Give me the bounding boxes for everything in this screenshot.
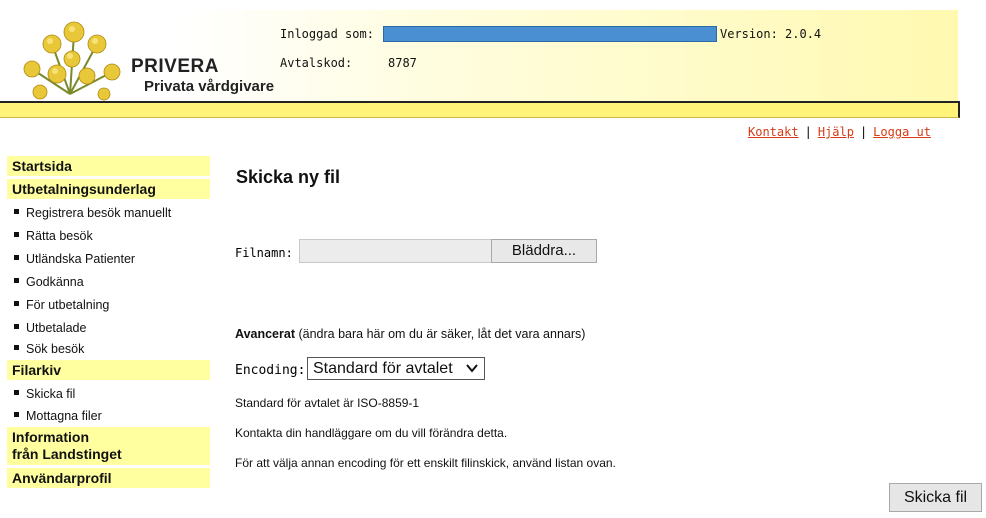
nav-item-for-payment[interactable]: För utbetalning <box>7 294 210 317</box>
nav-item-send-file[interactable]: Skicka fil <box>7 383 210 406</box>
nav-item-label: Rätta besök <box>26 229 93 243</box>
contact-handler-note: Kontakta din handläggare om du vill förä… <box>235 426 508 440</box>
brand-subtitle: Privata vårdgivare <box>144 78 275 95</box>
nav-item-approve[interactable]: Godkänna <box>7 271 210 294</box>
agreement-value: 8787 <box>388 56 417 70</box>
browse-button[interactable]: Bläddra... <box>491 239 597 263</box>
contact-link[interactable]: Kontakt <box>748 125 799 139</box>
encoding-select[interactable]: Standard för avtalet <box>307 357 485 380</box>
link-separator: | <box>804 125 812 139</box>
nav-archive-head[interactable]: Filarkiv <box>7 360 210 380</box>
nav-item-label: Registrera besök manuellt <box>26 206 172 220</box>
encoding-choice-note: För att välja annan encoding för ett ens… <box>235 456 616 470</box>
version-label: Version: 2.0.4 <box>720 27 822 41</box>
bullet-icon <box>14 209 19 215</box>
nav-item-label: Godkänna <box>26 275 84 289</box>
nav-item-label: Utländska Patienter <box>26 252 136 266</box>
bullet-icon <box>14 324 19 330</box>
nav-item-label: Mottagna filer <box>26 409 102 423</box>
login-label: Inloggad som: <box>280 27 374 41</box>
logout-link[interactable]: Logga ut <box>873 125 931 139</box>
nav-item-register-visit[interactable]: Registrera besök manuellt <box>7 202 210 225</box>
nav-item-label: Sök besök <box>26 342 85 356</box>
nav-item-label: Skicka fil <box>26 387 76 401</box>
logo-flowers-icon <box>23 21 121 101</box>
bullet-icon <box>14 278 19 284</box>
encoding-label: Encoding: <box>235 363 306 378</box>
page-title: Skicka ny fil <box>236 167 341 187</box>
nav-info-head[interactable]: Information från Landstinget <box>7 427 210 465</box>
nav-item-foreign-patients[interactable]: Utländska Patienter <box>7 248 210 271</box>
bullet-icon <box>14 345 19 351</box>
nav-item-paid[interactable]: Utbetalade <box>7 317 210 340</box>
nav-item-received-files[interactable]: Mottagna filer <box>7 406 210 427</box>
bullet-icon <box>14 255 19 261</box>
chevron-down-icon <box>466 364 478 373</box>
agreement-label: Avtalskod: <box>280 56 353 70</box>
bullet-icon <box>14 390 19 396</box>
link-separator: | <box>859 125 868 139</box>
send-file-button[interactable]: Skicka fil <box>889 483 982 512</box>
sidebar-nav: Startsida Utbetalningsunderlag Registrer… <box>7 156 210 491</box>
bullet-icon <box>14 412 19 418</box>
advanced-heading: Avancerat <box>235 327 295 341</box>
nav-item-label: Utbetalade <box>26 321 87 335</box>
login-user-bar <box>383 26 717 42</box>
top-links: Kontakt | Hjälp | Logga ut <box>748 125 931 139</box>
nav-info-line2: från Landstinget <box>12 446 122 462</box>
encoding-default-note: Standard för avtalet är ISO-8859-1 <box>235 396 420 410</box>
nav-item-correct-visit[interactable]: Rätta besök <box>7 225 210 248</box>
nav-item-label: För utbetalning <box>26 298 110 312</box>
nav-info-line1: Information <box>12 429 89 445</box>
file-name-label: Filnamn: <box>235 246 293 260</box>
nav-home[interactable]: Startsida <box>7 156 210 176</box>
advanced-hint: (ändra bara här om du är säker, låt det … <box>295 327 586 341</box>
nav-payment-head[interactable]: Utbetalningsunderlag <box>7 179 210 199</box>
header-divider <box>0 101 960 118</box>
brand-name: PRIVERA <box>131 56 219 77</box>
advanced-note: Avancerat (ändra bara här om du är säker… <box>235 327 585 341</box>
file-name-input[interactable] <box>299 239 492 263</box>
encoding-selected-value: Standard för avtalet <box>313 360 453 377</box>
nav-profile-head[interactable]: Användarprofil <box>7 468 210 488</box>
bullet-icon <box>14 301 19 307</box>
help-link[interactable]: Hjälp <box>818 125 854 139</box>
bullet-icon <box>14 232 19 238</box>
nav-item-search-visit[interactable]: Sök besök <box>7 340 210 359</box>
